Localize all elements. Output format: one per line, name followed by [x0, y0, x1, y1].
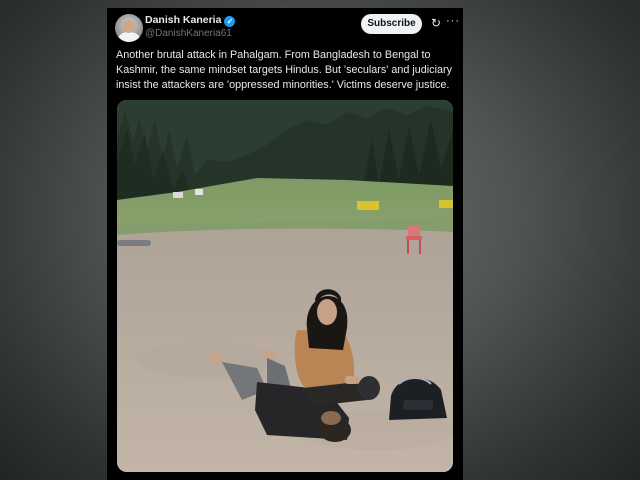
- subscribe-button[interactable]: Subscribe: [361, 14, 422, 34]
- avatar[interactable]: [115, 14, 143, 42]
- user-handle[interactable]: @DanishKaneria61: [145, 28, 232, 39]
- display-name[interactable]: Danish Kaneria ✓: [145, 14, 236, 27]
- grok-icon[interactable]: ↻: [429, 16, 443, 30]
- meadow-photo: [117, 100, 453, 472]
- post-text: Another brutal attack in Pahalgam. From …: [116, 49, 452, 91]
- post-image[interactable]: [117, 100, 453, 472]
- tweet-card: Danish Kaneria ✓ @DanishKaneria61 Subscri…: [107, 8, 463, 480]
- verified-badge-icon: ✓: [224, 16, 236, 27]
- more-options-icon[interactable]: ···: [446, 14, 460, 28]
- display-name-text[interactable]: Danish Kaneria: [145, 14, 221, 26]
